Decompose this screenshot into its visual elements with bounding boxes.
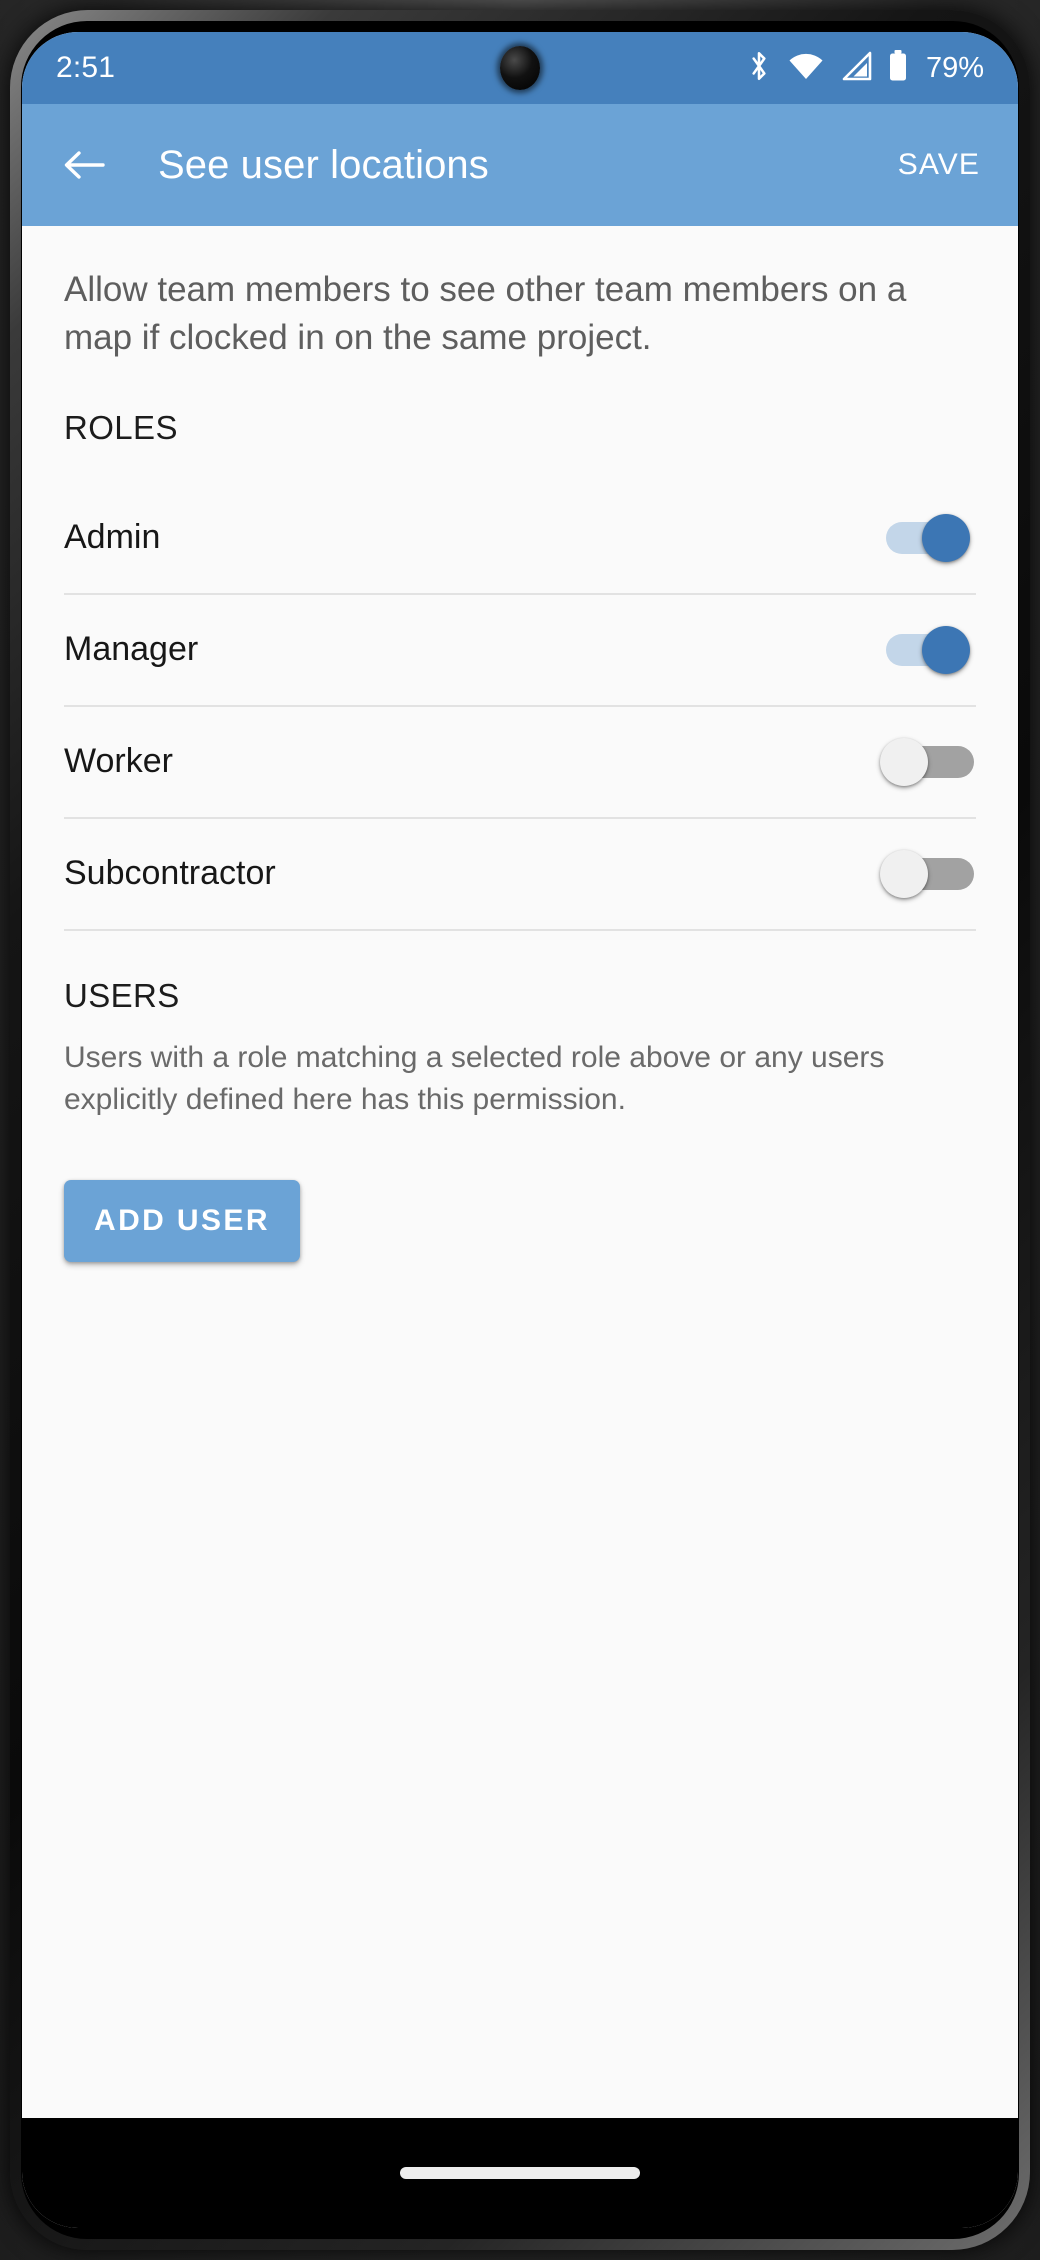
toggle-thumb bbox=[922, 625, 970, 674]
role-toggle-worker[interactable] bbox=[880, 731, 976, 793]
role-row-manager[interactable]: Manager bbox=[64, 595, 976, 707]
roles-section-header: ROLES bbox=[64, 408, 178, 446]
toggle-thumb bbox=[880, 737, 928, 786]
save-button[interactable]: SAVE bbox=[894, 138, 984, 192]
phone-frame: 2:51 79% See user locations SAVE Allow t… bbox=[0, 0, 1040, 2260]
role-label: Worker bbox=[64, 742, 173, 781]
users-description: Users with a role matching a selected ro… bbox=[64, 1040, 885, 1117]
navigation-bar bbox=[22, 2118, 1018, 2228]
app-bar: See user locations SAVE bbox=[22, 104, 1018, 226]
role-toggle-subcontractor[interactable] bbox=[880, 843, 976, 905]
role-row-subcontractor[interactable]: Subcontractor bbox=[64, 819, 976, 931]
cellular-signal-icon bbox=[840, 51, 872, 86]
add-user-button[interactable]: ADD USER bbox=[64, 1179, 300, 1262]
role-row-worker[interactable]: Worker bbox=[64, 707, 976, 819]
toggle-thumb bbox=[880, 849, 928, 898]
role-toggle-manager[interactable] bbox=[880, 619, 976, 681]
phone-screen: 2:51 79% See user locations SAVE Allow t… bbox=[22, 32, 1018, 2228]
role-row-admin[interactable]: Admin bbox=[64, 483, 976, 595]
role-label: Subcontractor bbox=[64, 854, 276, 893]
roles-list: Admin Manager Worker Subcontractor bbox=[22, 483, 1018, 931]
toggle-thumb bbox=[922, 513, 970, 562]
gesture-pill[interactable] bbox=[400, 2167, 640, 2179]
settings-content: Allow team members to see other team mem… bbox=[22, 226, 1018, 2118]
page-title: See user locations bbox=[158, 142, 489, 187]
users-section-header: USERS bbox=[64, 976, 180, 1014]
battery-percentage: 79% bbox=[925, 51, 984, 84]
role-label: Admin bbox=[64, 518, 161, 557]
back-arrow-icon[interactable] bbox=[56, 137, 112, 193]
role-toggle-admin[interactable] bbox=[880, 507, 976, 569]
battery-icon bbox=[888, 49, 908, 87]
status-bar: 2:51 79% bbox=[22, 32, 1018, 104]
wifi-icon bbox=[788, 52, 824, 85]
permission-description: Allow team members to see other team mem… bbox=[64, 270, 907, 358]
role-label: Manager bbox=[64, 630, 199, 669]
status-clock: 2:51 bbox=[56, 51, 116, 84]
bluetooth-icon bbox=[746, 49, 772, 88]
status-icons: 79% bbox=[746, 49, 984, 88]
front-camera-punch-hole bbox=[500, 46, 540, 90]
